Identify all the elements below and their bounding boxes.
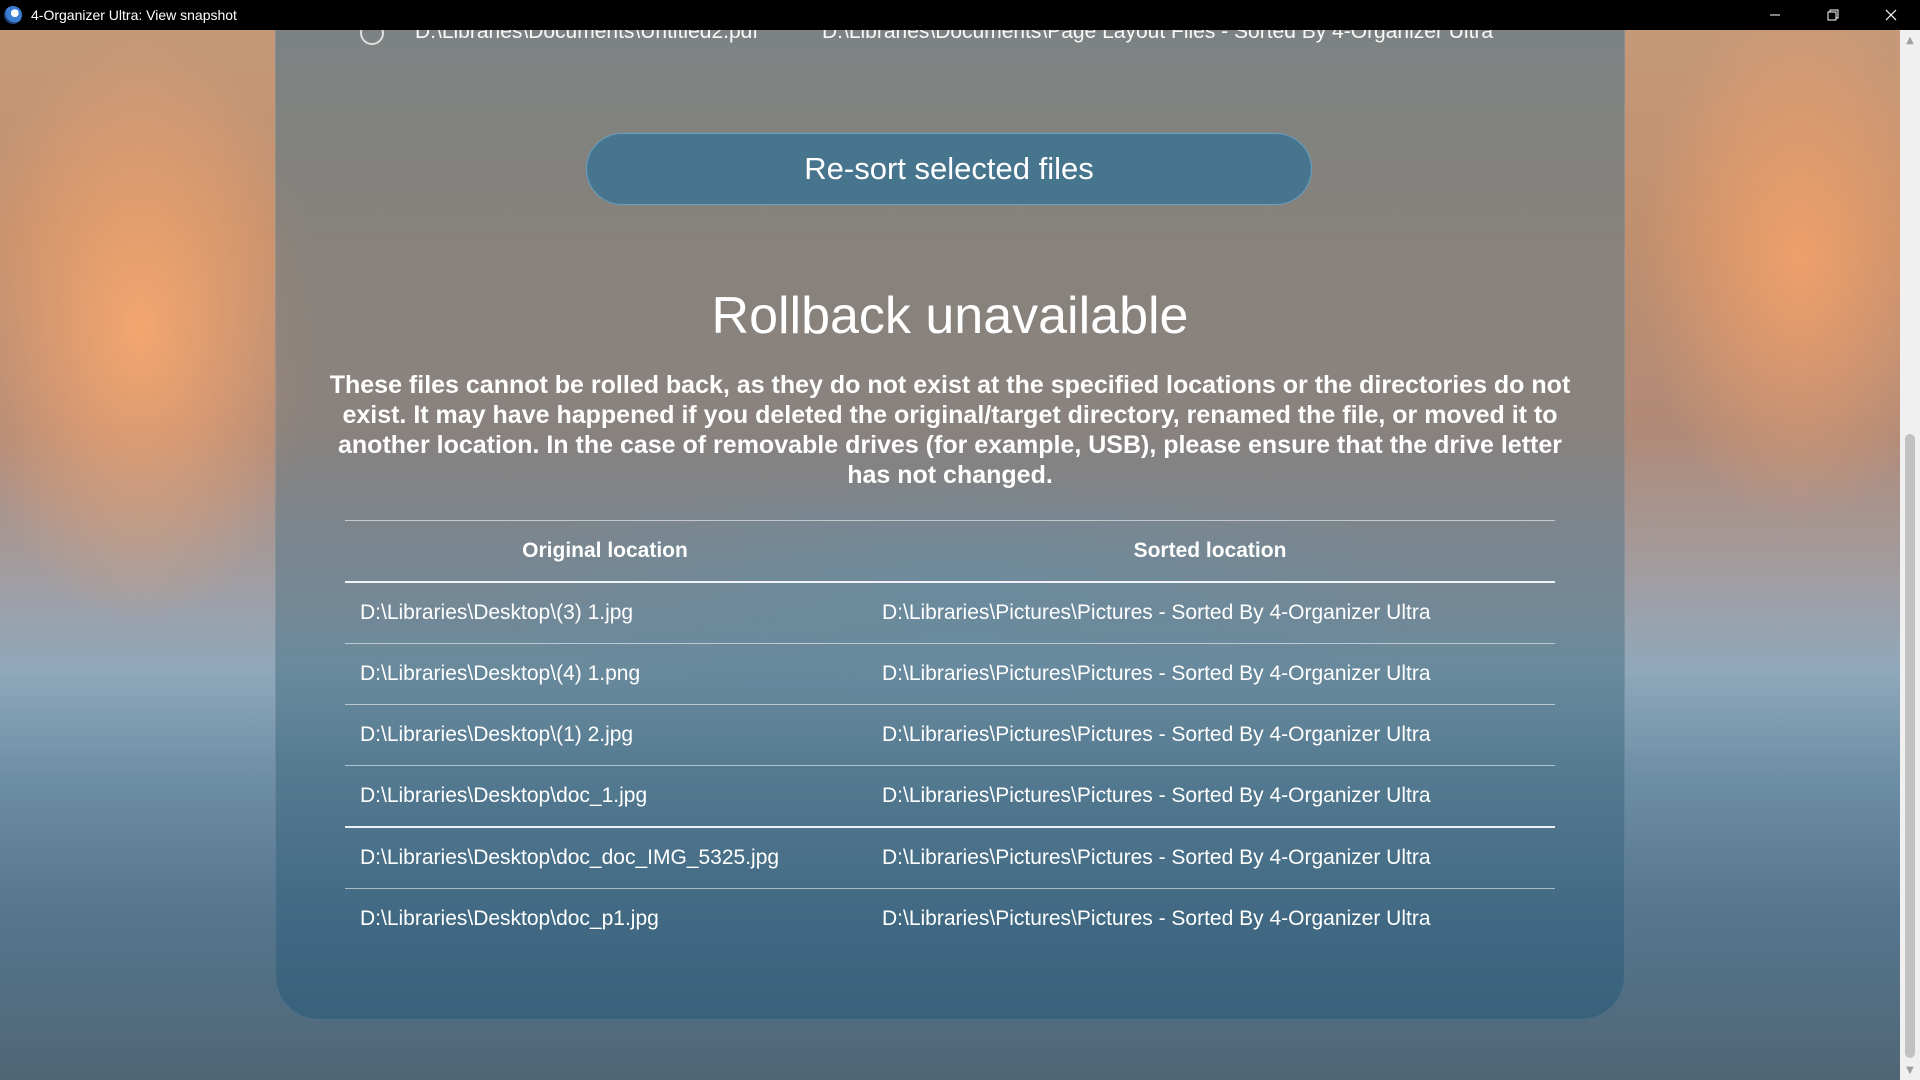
table-row: D:\Libraries\Desktop\(3) 1.jpg D:\Librar… — [345, 583, 1555, 644]
restore-icon — [1827, 9, 1839, 21]
sorted-location-cell: D:\Libraries\Pictures\Pictures - Sorted … — [882, 846, 1431, 869]
title-bar[interactable]: 4-Organizer Ultra: View snapshot — [0, 0, 1920, 30]
sorted-location-cell: D:\Libraries\Pictures\Pictures - Sorted … — [882, 662, 1431, 685]
rollback-description: These files cannot be rolled back, as th… — [329, 371, 1571, 489]
window-controls — [1746, 0, 1920, 30]
scroll-up-arrow-icon[interactable]: ▲ — [1900, 30, 1920, 50]
restore-button[interactable] — [1804, 0, 1862, 30]
table-row: D:\Libraries\Desktop\(4) 1.png D:\Librar… — [345, 644, 1555, 705]
window-title: 4-Organizer Ultra: View snapshot — [31, 7, 237, 23]
close-button[interactable] — [1862, 0, 1920, 30]
close-icon — [1885, 9, 1897, 21]
table-row: D:\Libraries\Desktop\doc_1.jpg D:\Librar… — [345, 766, 1555, 828]
table-row: D:\Libraries\Desktop\(1) 2.jpg D:\Librar… — [345, 705, 1555, 766]
scroll-down-arrow-icon[interactable]: ▼ — [1900, 1060, 1920, 1080]
original-location-cell: D:\Libraries\Desktop\(3) 1.jpg — [360, 601, 634, 624]
original-location-cell: D:\Libraries\Desktop\doc_doc_IMG_5325.jp… — [360, 846, 780, 869]
vertical-scrollbar[interactable]: ▲ ▼ — [1900, 30, 1920, 1080]
table-row: D:\Libraries\Desktop\doc_p1.jpg D:\Libra… — [345, 889, 1555, 949]
sorted-location-cell: D:\Libraries\Pictures\Pictures - Sorted … — [882, 723, 1431, 746]
table-header: Original location Sorted location — [345, 520, 1555, 583]
minimize-button[interactable] — [1746, 0, 1804, 30]
table-row: D:\Libraries\Desktop\doc_doc_IMG_5325.jp… — [345, 828, 1555, 889]
rollback-unavailable-heading: Rollback unavailable — [711, 287, 1189, 345]
original-location-cell: D:\Libraries\Desktop\doc_p1.jpg — [360, 907, 659, 930]
original-location-cell: D:\Libraries\Desktop\(4) 1.png — [360, 662, 641, 685]
rollback-unavailable-table: Original location Sorted location D:\Lib… — [345, 520, 1555, 949]
minimize-icon — [1770, 14, 1780, 16]
sorted-location-header: Sorted location — [1133, 539, 1287, 562]
scroll-thumb[interactable] — [1905, 434, 1915, 1058]
sorted-location-cell: D:\Libraries\Pictures\Pictures - Sorted … — [882, 784, 1431, 807]
resort-selected-files-button[interactable]: Re-sort selected files — [586, 133, 1312, 205]
snapshot-panel: D:\Libraries\Documents\Untitled2.pdf D:\… — [275, 0, 1625, 1020]
sorted-location-cell: D:\Libraries\Pictures\Pictures - Sorted … — [882, 907, 1431, 930]
app-logo-icon — [4, 6, 22, 24]
original-location-cell: D:\Libraries\Desktop\(1) 2.jpg — [360, 723, 634, 746]
original-location-header: Original location — [522, 539, 688, 562]
original-location-cell: D:\Libraries\Desktop\doc_1.jpg — [360, 784, 648, 807]
sorted-location-cell: D:\Libraries\Pictures\Pictures - Sorted … — [882, 601, 1431, 624]
